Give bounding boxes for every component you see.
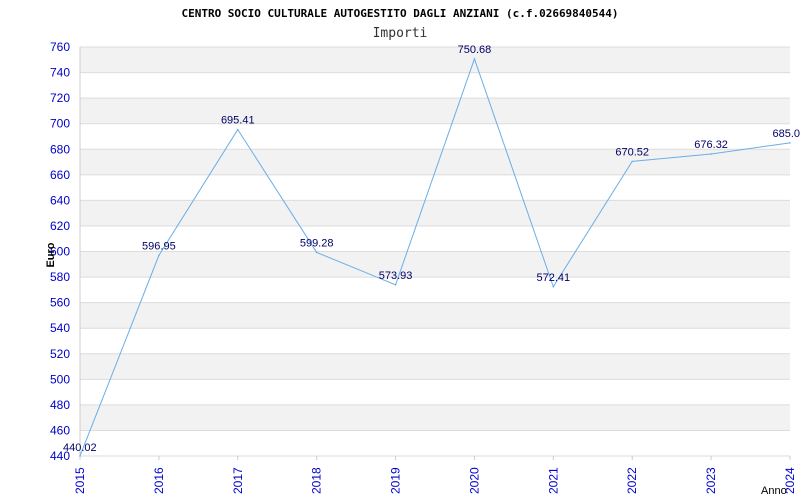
background-bands bbox=[80, 47, 790, 431]
x-tick-label: 2022 bbox=[625, 467, 639, 494]
y-tick-label: 560 bbox=[50, 296, 70, 310]
data-label: 572.41 bbox=[537, 272, 571, 284]
grid-band bbox=[80, 200, 790, 226]
data-point bbox=[789, 142, 791, 144]
x-tick-label: 2017 bbox=[231, 467, 245, 494]
x-tick-label: 2016 bbox=[152, 467, 166, 494]
line-chart: CENTRO SOCIO CULTURALE AUTOGESTITO DAGLI… bbox=[45, 7, 800, 497]
y-tick-label: 640 bbox=[50, 193, 70, 207]
data-label: 599.28 bbox=[300, 237, 334, 249]
data-point bbox=[552, 285, 555, 288]
y-tick-label: 760 bbox=[50, 40, 70, 54]
data-label: 685.0 bbox=[772, 128, 800, 140]
data-label: 440.02 bbox=[63, 442, 97, 454]
grid-band bbox=[80, 98, 790, 124]
y-tick-label: 520 bbox=[50, 347, 70, 361]
y-tick-label: 660 bbox=[50, 168, 70, 182]
data-label: 573.93 bbox=[379, 270, 413, 282]
data-label: 676.32 bbox=[694, 139, 728, 151]
x-axis-label: Anno bbox=[761, 485, 787, 497]
x-tick-label: 2021 bbox=[546, 467, 560, 494]
data-point bbox=[710, 153, 712, 155]
y-tick-label: 680 bbox=[50, 142, 70, 156]
x-tick-label: 2019 bbox=[389, 467, 403, 494]
grid-band bbox=[80, 302, 790, 329]
x-tick-label: 2023 bbox=[704, 467, 718, 494]
data-point bbox=[473, 58, 476, 60]
data-label: 750.68 bbox=[458, 44, 492, 56]
data-label: 695.41 bbox=[221, 115, 255, 127]
y-tick-label: 480 bbox=[50, 398, 70, 412]
x-axis-ticks: 2015 2016 2017 2018 2019 2020 2021 2022 2023 2024 bbox=[73, 467, 797, 494]
grid-band bbox=[80, 251, 790, 278]
y-tick-label: 720 bbox=[50, 91, 70, 105]
data-point bbox=[631, 160, 634, 163]
data-point bbox=[158, 254, 160, 257]
y-tick-label: 620 bbox=[50, 219, 70, 233]
data-label: 596.95 bbox=[142, 240, 176, 252]
x-tick-label: 2018 bbox=[310, 467, 324, 494]
data-point bbox=[236, 128, 239, 131]
x-tick-label: 2015 bbox=[73, 467, 87, 494]
data-point bbox=[394, 284, 397, 286]
chart-title: CENTRO SOCIO CULTURALE AUTOGESTITO DAGLI… bbox=[181, 7, 618, 20]
y-tick-label: 740 bbox=[50, 66, 70, 80]
y-axis-label: Euro bbox=[45, 242, 57, 267]
y-tick-label: 540 bbox=[50, 321, 70, 335]
data-label: 670.52 bbox=[615, 146, 649, 158]
grid-band bbox=[80, 47, 790, 73]
chart-subtitle: Importi bbox=[373, 26, 428, 41]
y-tick-label: 460 bbox=[50, 423, 70, 437]
grid-band bbox=[80, 404, 790, 431]
y-tick-label: 580 bbox=[50, 270, 70, 284]
y-tick-label: 700 bbox=[50, 117, 70, 131]
y-tick-label: 500 bbox=[50, 372, 70, 386]
x-tick-label: 2020 bbox=[467, 467, 481, 494]
data-point bbox=[315, 251, 318, 254]
grid-band bbox=[80, 353, 790, 380]
data-point bbox=[79, 455, 81, 457]
